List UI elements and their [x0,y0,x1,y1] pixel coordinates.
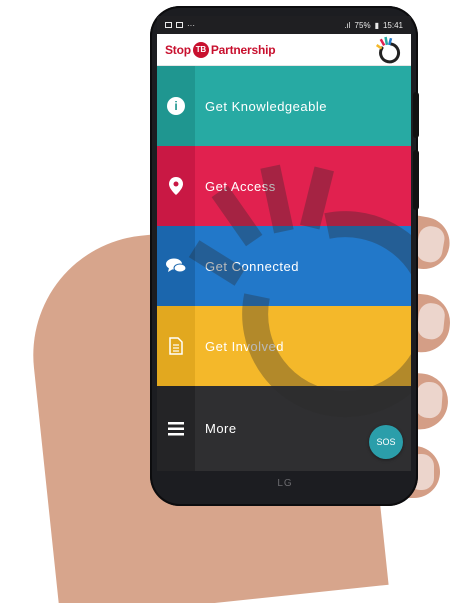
sos-button[interactable]: SOS [369,425,403,459]
fingernail [416,301,446,341]
menu-item-label: Get Access [205,178,276,194]
logo-stop: Stop [165,42,191,57]
fingernail [414,381,444,419]
menu-item-get-connected[interactable]: Get Connected [157,226,411,306]
app-header: Stop TB Partnership [157,34,411,66]
menu-item-label: Get Connected [205,258,299,274]
notification-icon [165,22,172,28]
clock: 15:41 [382,20,403,30]
menu-item-label: More [205,421,237,436]
stop-tb-logo[interactable]: Stop TB Partnership [165,41,276,58]
menu-item-more[interactable]: More [157,386,411,471]
main-menu: i Get Knowledgeable Get Access Get Conne… [157,66,411,471]
battery-icon: ▮ [374,20,379,30]
menu-item-label: Get Involved [205,338,284,354]
signal-icon: .ıl [344,20,351,30]
menu-item-get-access[interactable]: Get Access [157,146,411,226]
status-notifications: ··· [165,21,195,30]
logo-partnership: Partnership [210,42,276,57]
status-bar: ··· .ıl 75% ▮ 15:41 [157,16,411,34]
overflow-dots-icon: ··· [187,20,195,30]
menu-item-get-involved[interactable]: Get Involved [157,306,411,386]
hamburger-menu-icon [157,386,195,471]
notification-icon [176,22,183,28]
location-pin-icon [157,146,195,226]
chat-bubbles-icon [157,226,195,306]
fingernail [414,224,447,265]
stop-tb-swirl-icon[interactable] [375,36,403,64]
phone-screen: ··· .ıl 75% ▮ 15:41 Stop TB Partnership [157,16,411,471]
battery-level: 75% [354,20,371,30]
phone-brand-label: LG [277,478,293,489]
status-indicators: .ıl 75% ▮ 15:41 [344,21,403,30]
menu-item-get-knowledgeable[interactable]: i Get Knowledgeable [157,66,411,146]
logo-tb-badge: TB [192,41,209,58]
info-icon: i [157,66,195,146]
phone-power-button [413,150,419,210]
phone-volume-button [413,92,419,138]
document-icon [157,306,195,386]
menu-item-label: Get Knowledgeable [205,98,327,114]
